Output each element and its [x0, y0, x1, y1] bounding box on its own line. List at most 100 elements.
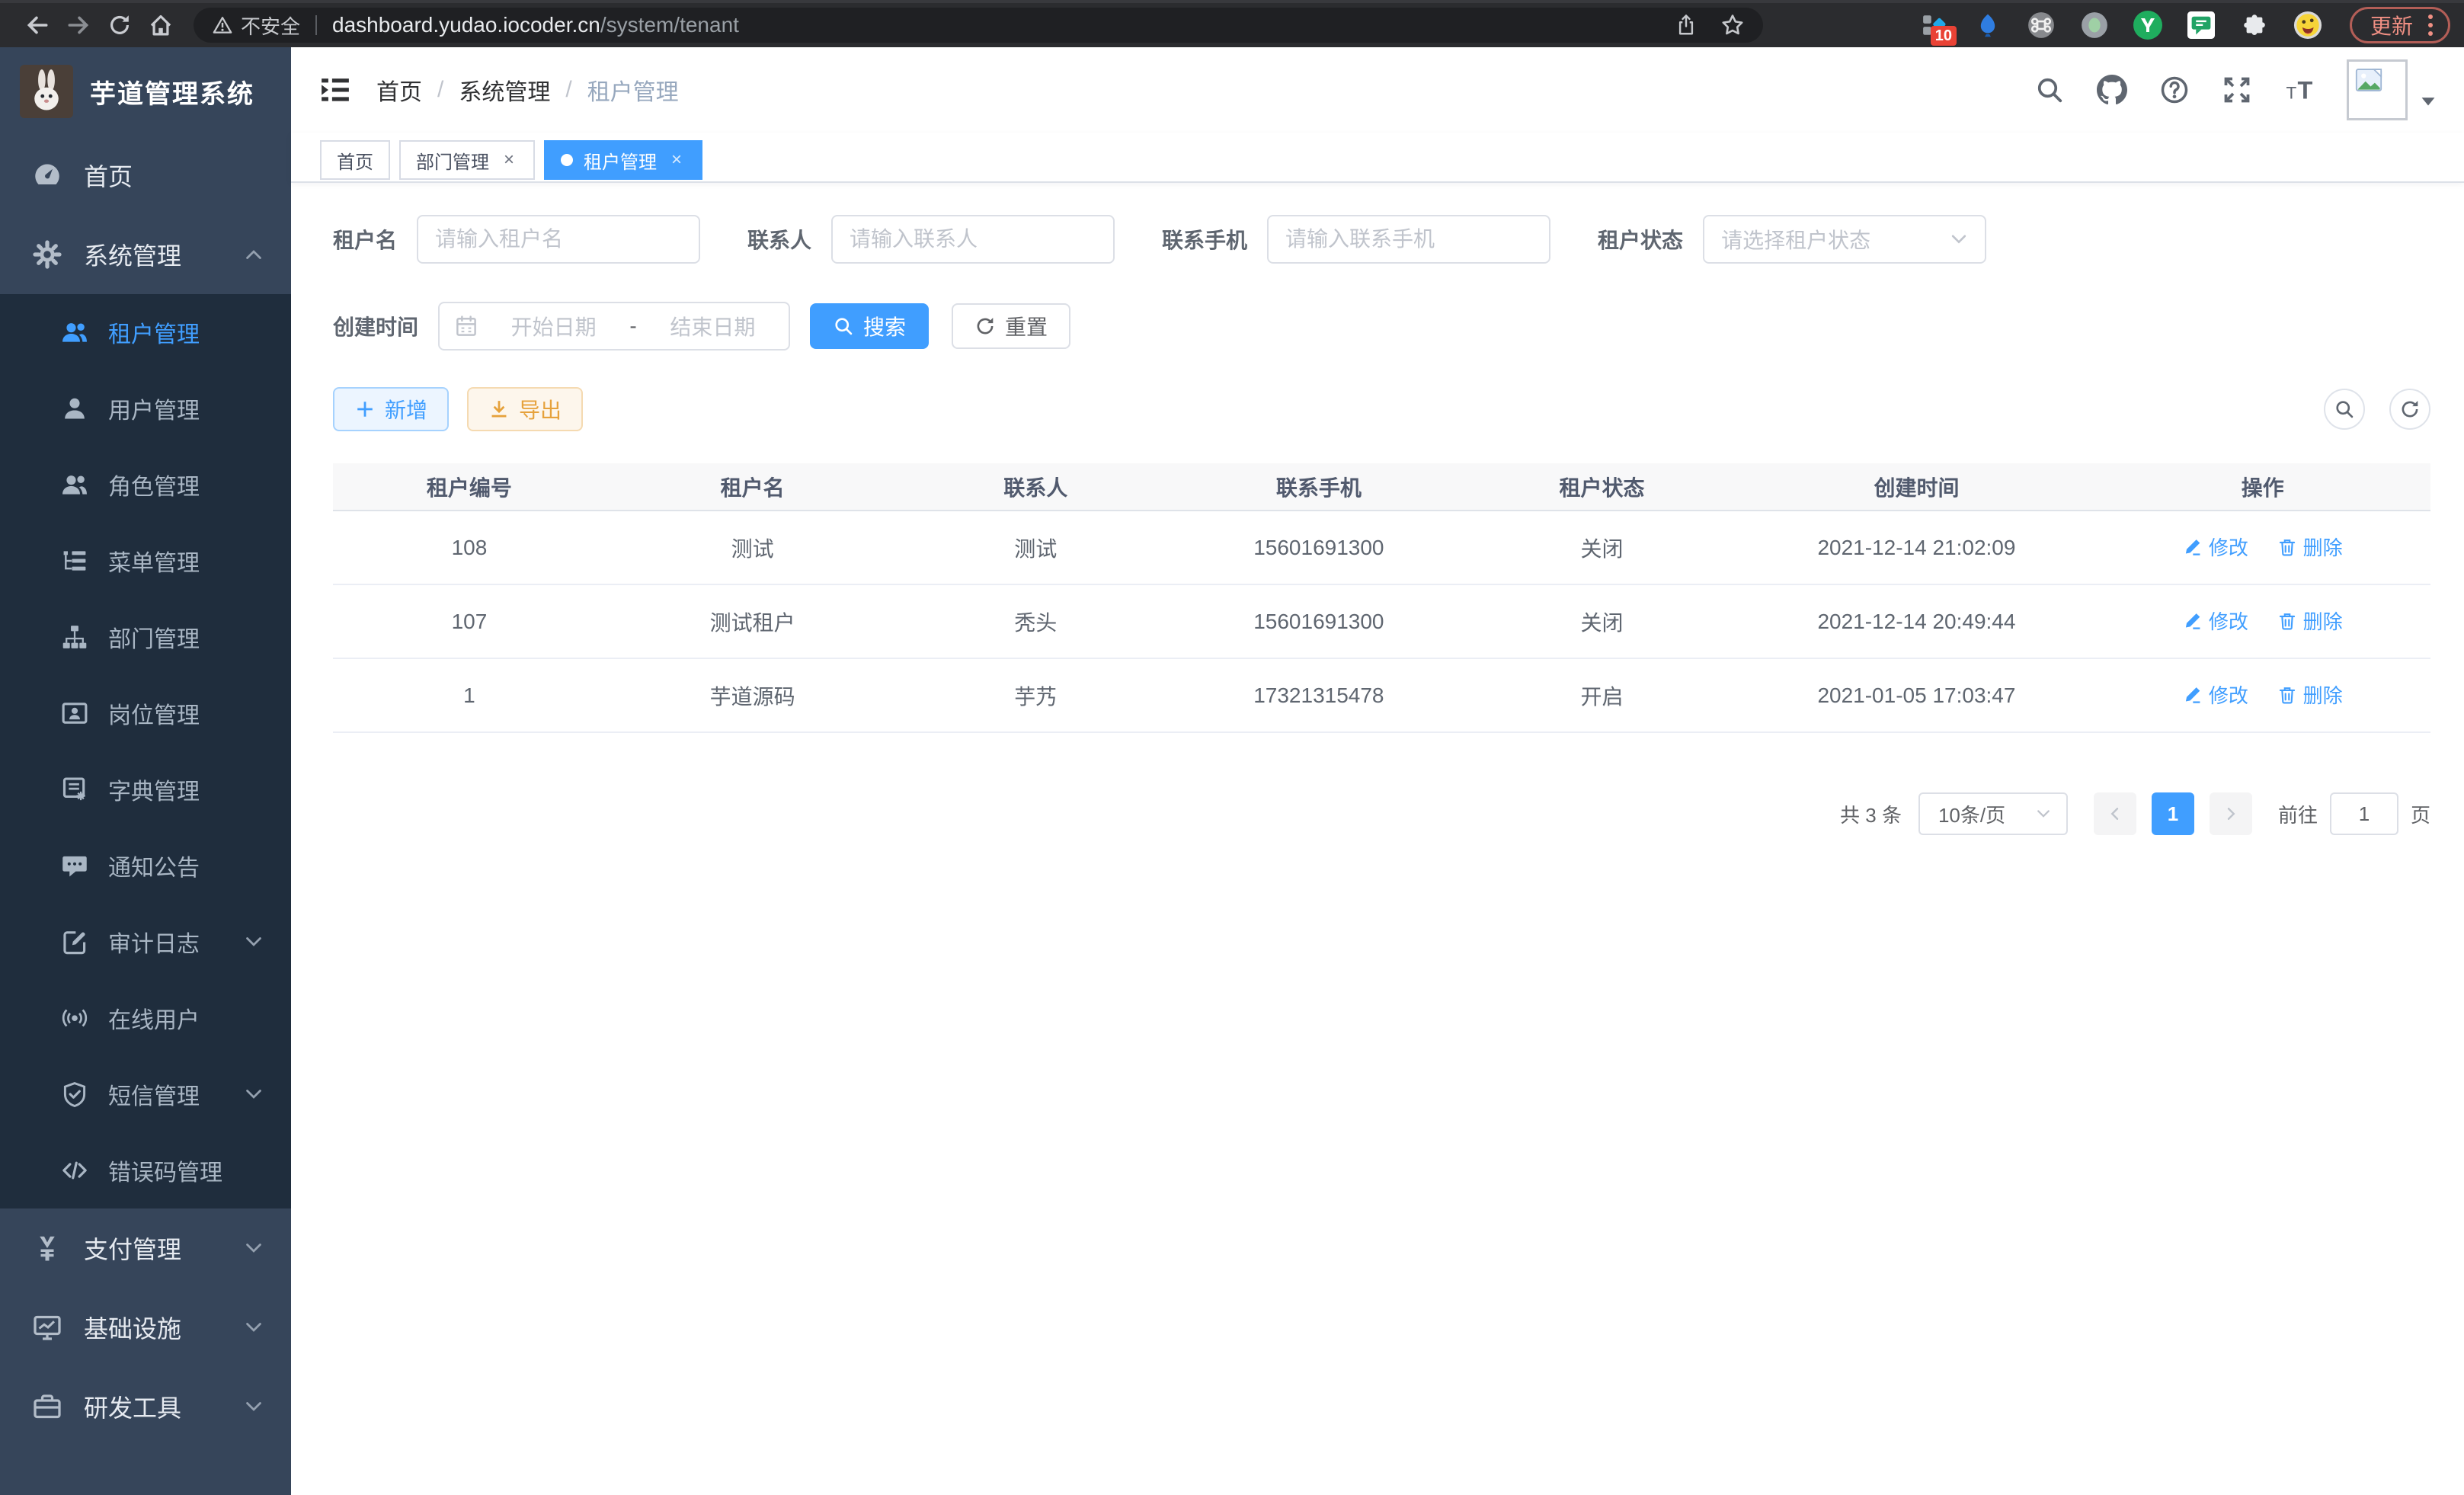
cell-created: 2021-01-05 17:03:47: [1738, 658, 2094, 732]
sidebar-item-infra[interactable]: 基础设施: [0, 1288, 291, 1367]
edit-link[interactable]: 修改: [2183, 607, 2248, 635]
sidebar-item-post[interactable]: 岗位管理: [0, 675, 291, 751]
extension-record-icon[interactable]: [2077, 8, 2112, 43]
reset-button[interactable]: 重置: [952, 303, 1070, 349]
export-button[interactable]: 导出: [467, 387, 583, 431]
browser-home-icon[interactable]: [140, 8, 181, 43]
sidebar-item-devtools[interactable]: 研发工具: [0, 1367, 291, 1446]
chrome-update-button[interactable]: 更新: [2350, 7, 2450, 43]
chevron-down-icon: [242, 1395, 265, 1418]
not-secure-warning-icon[interactable]: [212, 14, 233, 36]
sidebar-item-online[interactable]: 在线用户: [0, 980, 291, 1056]
avatar-caret-down-icon[interactable]: [2418, 91, 2438, 111]
search-button[interactable]: 搜索: [810, 303, 929, 349]
breadcrumb-system[interactable]: 系统管理: [459, 73, 550, 107]
profile-avatar-icon[interactable]: [2290, 8, 2325, 43]
sidebar-item-errcode[interactable]: 错误码管理: [0, 1132, 291, 1208]
sidebar-item-role[interactable]: 角色管理: [0, 447, 291, 523]
tab-home[interactable]: 首页: [320, 140, 390, 180]
sidebar-collapse-icon[interactable]: [318, 73, 352, 107]
end-date-placeholder[interactable]: 结束日期: [652, 311, 773, 341]
cell-tenant-id: 1: [333, 658, 606, 732]
col-status: 租户状态: [1466, 463, 1739, 511]
tenant-name-input[interactable]: [417, 215, 700, 264]
cell-tenant-id: 108: [333, 511, 606, 584]
help-icon[interactable]: [2159, 75, 2190, 105]
edit-link[interactable]: 修改: [2183, 680, 2248, 709]
filter-row-1: 租户名 联系人 联系手机 租户状态 请选择租户状态: [333, 215, 2430, 264]
sidebar-item-pay[interactable]: 支付管理: [0, 1208, 291, 1288]
cell-mobile: 15601691300: [1172, 511, 1465, 584]
font-size-icon[interactable]: [2284, 75, 2315, 105]
date-range-picker[interactable]: 开始日期 - 结束日期: [438, 302, 790, 351]
add-button[interactable]: 新增: [333, 387, 449, 431]
sidebar-item-tenant[interactable]: 租户管理: [0, 294, 291, 370]
mobile-input[interactable]: [1267, 215, 1550, 264]
next-page-button[interactable]: [2210, 792, 2252, 835]
sidebar-item-user[interactable]: 用户管理: [0, 370, 291, 447]
notice-chat-icon: [61, 852, 88, 879]
github-icon[interactable]: [2097, 75, 2127, 105]
header-search-icon[interactable]: [2034, 75, 2065, 105]
extension-kite-icon[interactable]: [1970, 8, 2005, 43]
sidebar-item-notice[interactable]: 通知公告: [0, 828, 291, 904]
browser-back-icon[interactable]: [17, 8, 58, 43]
browser-menu-icon[interactable]: [2428, 14, 2433, 36]
download-icon: [488, 399, 510, 420]
cell-created: 2021-12-14 20:49:44: [1738, 584, 2094, 658]
page-size-select[interactable]: 10条/页: [1918, 792, 2068, 835]
toggle-search-button[interactable]: [2324, 389, 2365, 430]
create-time-label: 创建时间: [333, 311, 418, 341]
close-icon[interactable]: ×: [500, 149, 518, 171]
extension-chat-icon[interactable]: [2184, 8, 2219, 43]
url-text[interactable]: dashboard.yudao.iocoder.cn/system/tenant: [332, 13, 739, 37]
cell-tenant-name: 芋道源码: [606, 658, 899, 732]
sidebar-menu: 首页 系统管理 租户管理 用户管理 角色管理 菜单管理 部门管理 岗位管理 字典…: [0, 136, 291, 1495]
tab-tenant[interactable]: 租户管理 ×: [544, 140, 702, 180]
share-icon[interactable]: [1675, 14, 1698, 37]
bookmark-star-icon[interactable]: [1720, 13, 1745, 37]
delete-link[interactable]: 删除: [2277, 607, 2343, 635]
close-icon[interactable]: ×: [667, 149, 686, 171]
goto-page-input[interactable]: [2330, 792, 2398, 835]
audit-edit-icon: [61, 928, 88, 956]
chevron-down-icon: [242, 930, 265, 953]
app-logo[interactable]: 芋道管理系统: [0, 47, 291, 136]
extension-command-icon[interactable]: [2024, 8, 2059, 43]
col-contact: 联系人: [899, 463, 1172, 511]
page-content: 租户名 联系人 联系手机 租户状态 请选择租户状态: [291, 183, 2464, 1495]
status-select[interactable]: 请选择租户状态: [1703, 215, 1986, 264]
sidebar-item-sms[interactable]: 短信管理: [0, 1056, 291, 1132]
delete-link[interactable]: 删除: [2277, 680, 2343, 709]
sidebar-item-home[interactable]: 首页: [0, 136, 291, 215]
sidebar-item-dept[interactable]: 部门管理: [0, 599, 291, 675]
contact-input[interactable]: [831, 215, 1115, 264]
refresh-table-button[interactable]: [2389, 389, 2430, 430]
sidebar-item-menu[interactable]: 菜单管理: [0, 523, 291, 599]
not-secure-label[interactable]: 不安全: [241, 11, 300, 40]
tab-dept[interactable]: 部门管理 ×: [399, 140, 535, 180]
browser-forward-icon[interactable]: [58, 8, 99, 43]
user-avatar[interactable]: [2347, 59, 2408, 120]
sidebar-item-dict[interactable]: 字典管理: [0, 751, 291, 828]
fullscreen-icon[interactable]: [2222, 75, 2252, 105]
prev-page-button[interactable]: [2094, 792, 2136, 835]
page-number-1[interactable]: 1: [2152, 792, 2194, 835]
address-bar[interactable]: 不安全 dashboard.yudao.iocoder.cn/system/te…: [194, 8, 1763, 43]
delete-link[interactable]: 删除: [2277, 533, 2343, 561]
edit-link[interactable]: 修改: [2183, 533, 2248, 561]
extension-y-icon[interactable]: [2130, 8, 2165, 43]
breadcrumb-home[interactable]: 首页: [376, 73, 422, 107]
start-date-placeholder[interactable]: 开始日期: [493, 311, 614, 341]
table-row: 107 测试租户 秃头 15601691300 关闭 2021-12-14 20…: [333, 584, 2430, 658]
chevron-down-icon: [242, 1237, 265, 1260]
sidebar-item-system[interactable]: 系统管理: [0, 215, 291, 294]
sidebar-item-audit[interactable]: 审计日志: [0, 904, 291, 980]
dashboard-icon: [32, 160, 62, 190]
extension-tampermonkey-icon[interactable]: 10: [1917, 8, 1952, 43]
tenant-table: 租户编号 租户名 联系人 联系手机 租户状态 创建时间 操作 108 测试 测试…: [333, 463, 2430, 733]
extensions-puzzle-icon[interactable]: [2237, 8, 2272, 43]
table-toolbar: 新增 导出: [333, 387, 2430, 431]
cell-created: 2021-12-14 21:02:09: [1738, 511, 2094, 584]
browser-reload-icon[interactable]: [99, 8, 140, 43]
